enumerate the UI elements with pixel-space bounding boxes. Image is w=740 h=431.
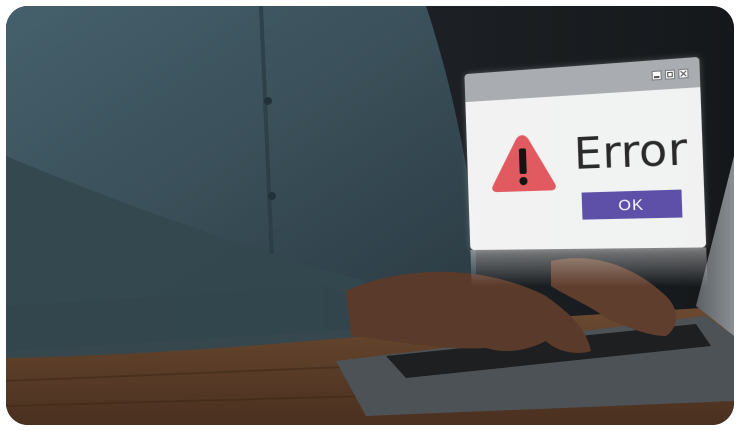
minimize-icon[interactable] [651,70,662,81]
close-icon[interactable] [678,68,689,79]
error-dialog: Error OK [464,56,708,287]
shirt-button [268,192,276,200]
dialog-reflection [470,247,708,287]
dialog-window: Error OK [464,56,707,251]
warning-triangle-icon [490,133,556,193]
photo: Error OK [6,6,734,425]
maximize-icon[interactable] [664,69,676,80]
shirt-button [264,97,272,105]
ok-button[interactable]: OK [581,189,683,220]
error-heading: Error [573,122,689,180]
